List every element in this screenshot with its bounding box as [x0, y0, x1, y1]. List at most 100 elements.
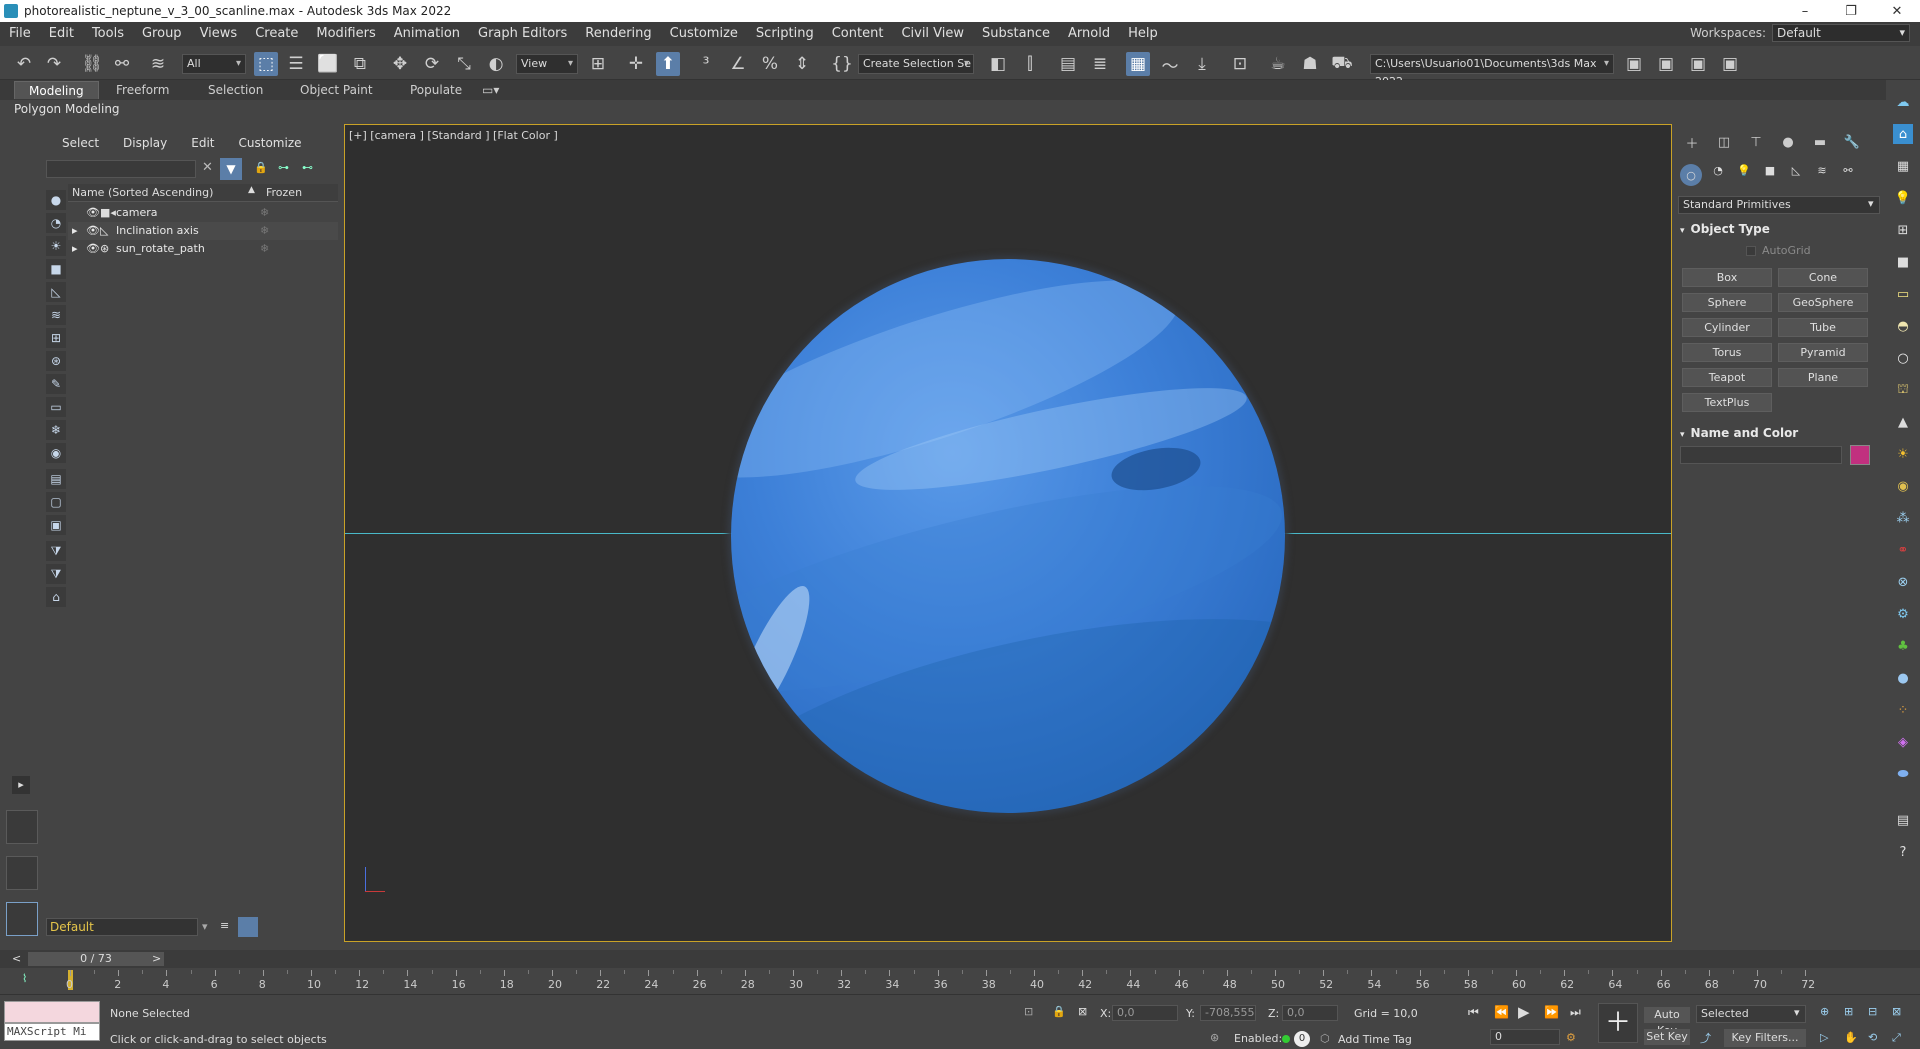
create-project-icon[interactable]: ▣ — [1654, 52, 1678, 76]
tube-button[interactable]: Tube — [1778, 318, 1868, 337]
funnel-icon[interactable]: ⧩ — [46, 541, 66, 561]
mirror-icon[interactable]: ◧ — [986, 52, 1010, 76]
key-mode-dropdown[interactable]: Selected — [1696, 1005, 1806, 1023]
sun-icon[interactable]: ☀ — [1893, 444, 1913, 464]
zoom-icon[interactable]: ⊕ — [1820, 1005, 1829, 1018]
object-type-rollout[interactable]: ▾ Object Type — [1680, 220, 1882, 238]
helpers-filter-icon[interactable]: ◺ — [46, 282, 66, 302]
workspace-dropdown[interactable]: Default — [1772, 24, 1910, 42]
time-config-icon[interactable]: ⚙ — [1566, 1031, 1576, 1044]
scene-tab-display[interactable]: Display — [111, 136, 179, 150]
next-frame-icon[interactable]: ⏩ — [1544, 1005, 1559, 1019]
pan-icon[interactable]: ✋ — [1844, 1031, 1858, 1044]
teapot-button[interactable]: Teapot — [1682, 368, 1772, 387]
expand-layouts-icon[interactable]: ▸ — [12, 776, 30, 794]
hidden-filter-icon[interactable]: ◉ — [46, 443, 66, 463]
polygon-modeling-label[interactable]: Polygon Modeling — [14, 100, 120, 118]
menu-scripting[interactable]: Scripting — [747, 22, 823, 46]
sphere-light-icon[interactable]: ○ — [1893, 348, 1913, 368]
groups-filter-icon[interactable]: ⊞ — [46, 328, 66, 348]
systems-icon[interactable]: ⚯ — [1838, 164, 1858, 186]
link-icon[interactable]: ⛓ — [80, 52, 104, 76]
object-color-swatch[interactable] — [1850, 445, 1870, 465]
current-frame-field[interactable]: 0 — [1490, 1029, 1560, 1045]
enabled-indicator-icon[interactable] — [1282, 1035, 1290, 1043]
sky-icon[interactable]: ◉ — [1893, 476, 1913, 496]
molecule-icon[interactable]: ⚭ — [1893, 540, 1913, 560]
calendar-icon[interactable]: ▦ — [1893, 156, 1913, 176]
tab-object-paint[interactable]: Object Paint — [286, 81, 387, 99]
scene-tab-customize[interactable]: Customize — [227, 136, 314, 150]
torus-button[interactable]: Torus — [1682, 343, 1772, 362]
visibility-eye-icon[interactable]: 👁 — [86, 222, 100, 240]
tab-selection[interactable]: Selection — [194, 81, 277, 99]
freeze-icon[interactable]: ❄ — [260, 222, 269, 240]
set-project-icon[interactable]: ▣ — [1686, 52, 1710, 76]
expand-arrow-icon[interactable]: ▸ — [72, 240, 78, 258]
sort-by-hierarchy-icon[interactable] — [238, 917, 258, 937]
show-all-icon[interactable]: ▤ — [46, 469, 66, 489]
geometry-icon[interactable]: ○ — [1680, 164, 1702, 186]
place-icon[interactable]: ◐ — [484, 52, 508, 76]
layout-active-button[interactable] — [6, 902, 38, 936]
frozen-column-header[interactable]: Frozen — [266, 186, 302, 199]
tab-freeform[interactable]: Freeform — [102, 81, 183, 99]
tab-modeling[interactable]: Modeling — [14, 81, 99, 99]
grid-icon[interactable]: ⊞ — [1893, 220, 1913, 240]
toggle-layer-explorer-icon[interactable]: ≣ — [1088, 52, 1112, 76]
menu-civil-view[interactable]: Civil View — [892, 22, 973, 46]
key-filters-button[interactable]: Key Filters... — [1724, 1029, 1806, 1047]
curve-editor-icon[interactable]: 〜 — [1158, 52, 1182, 77]
box-button[interactable]: Box — [1682, 268, 1772, 287]
neptune-planet[interactable] — [731, 259, 1285, 813]
menu-create[interactable]: Create — [246, 22, 307, 46]
close-button[interactable]: ✕ — [1874, 0, 1920, 22]
key-mode-arrow-icon[interactable]: ▾ — [1794, 1006, 1800, 1019]
scene-row-camera[interactable]: 👁 ■◂ camera ❄ — [68, 204, 338, 222]
rotate-icon[interactable]: ⟳ — [420, 52, 444, 76]
globe-icon[interactable]: ● — [1893, 668, 1913, 688]
unlink-icon[interactable]: ⚯ — [110, 52, 134, 76]
enabled-count-badge[interactable]: 0 — [1294, 1031, 1310, 1047]
home-icon[interactable]: ⌂ — [1893, 124, 1913, 144]
cone-button[interactable]: Cone — [1778, 268, 1868, 287]
selection-lock-icon[interactable]: 🔒 — [1052, 1005, 1066, 1018]
toggle-scene-explorer-icon[interactable]: ▤ — [1056, 52, 1080, 76]
set-keys-button[interactable]: ＋ — [1598, 1003, 1638, 1043]
tab-populate[interactable]: Populate — [396, 81, 476, 99]
add-time-tag-button[interactable]: Add Time Tag — [1338, 1033, 1412, 1046]
render-icon[interactable]: ⬬ — [1893, 764, 1913, 784]
align-icon[interactable]: ⫿ — [1018, 52, 1042, 76]
rendered-frame-window-icon[interactable]: ☗ — [1298, 52, 1322, 76]
balls-icon[interactable]: ⁘ — [1893, 700, 1913, 720]
cameras-filter-icon[interactable]: ■ — [46, 259, 66, 279]
lock-icon[interactable]: 🔒 — [254, 161, 268, 174]
name-column-header[interactable]: Name (Sorted Ascending) — [72, 186, 213, 199]
menu-content[interactable]: Content — [823, 22, 893, 46]
undo-icon[interactable]: ↶ — [12, 52, 36, 76]
field-of-view-icon[interactable]: ▷ — [1820, 1031, 1828, 1044]
selection-filter-dropdown[interactable]: All — [182, 54, 246, 74]
menu-tools[interactable]: Tools — [83, 22, 133, 46]
menu-graph-editors[interactable]: Graph Editors — [469, 22, 576, 46]
viewport-nav-icon[interactable]: ☁ — [1893, 92, 1913, 112]
x-coordinate-field[interactable]: 0,0 — [1112, 1005, 1178, 1021]
containers-filter-icon[interactable]: ▭ — [46, 397, 66, 417]
track-bar[interactable]: ⌇ 0 2 4 6 8 10 12 14 16 18 20 22 24 26 28 30 32 34 36 38 40 4… — [0, 968, 1920, 994]
pyramid-button[interactable]: Pyramid — [1778, 343, 1868, 362]
geometry-filter-icon[interactable]: ● — [46, 190, 66, 210]
menu-animation[interactable]: Animation — [385, 22, 469, 46]
spinner-snap-icon[interactable]: ⇕ — [790, 52, 814, 76]
scene-row-inclination-axis[interactable]: ▸ 👁 ◺ Inclination axis ❄ — [68, 222, 338, 240]
layout-single-button[interactable] — [6, 856, 38, 890]
invert-icon[interactable]: ▣ — [46, 515, 66, 535]
panel-icon[interactable]: ▭ — [1893, 284, 1913, 304]
pivot-center-icon[interactable]: ⊞ — [586, 52, 610, 76]
frozen-filter-icon[interactable]: ❄ — [46, 420, 66, 440]
reference-coord-dropdown[interactable]: View — [516, 54, 578, 74]
scene-tab-select[interactable]: Select — [50, 136, 111, 150]
menu-customize[interactable]: Customize — [661, 22, 747, 46]
project-folder-icon[interactable]: ▣ — [1622, 52, 1646, 76]
compass-icon[interactable]: ⊗ — [1893, 572, 1913, 592]
menu-substance[interactable]: Substance — [973, 22, 1059, 46]
